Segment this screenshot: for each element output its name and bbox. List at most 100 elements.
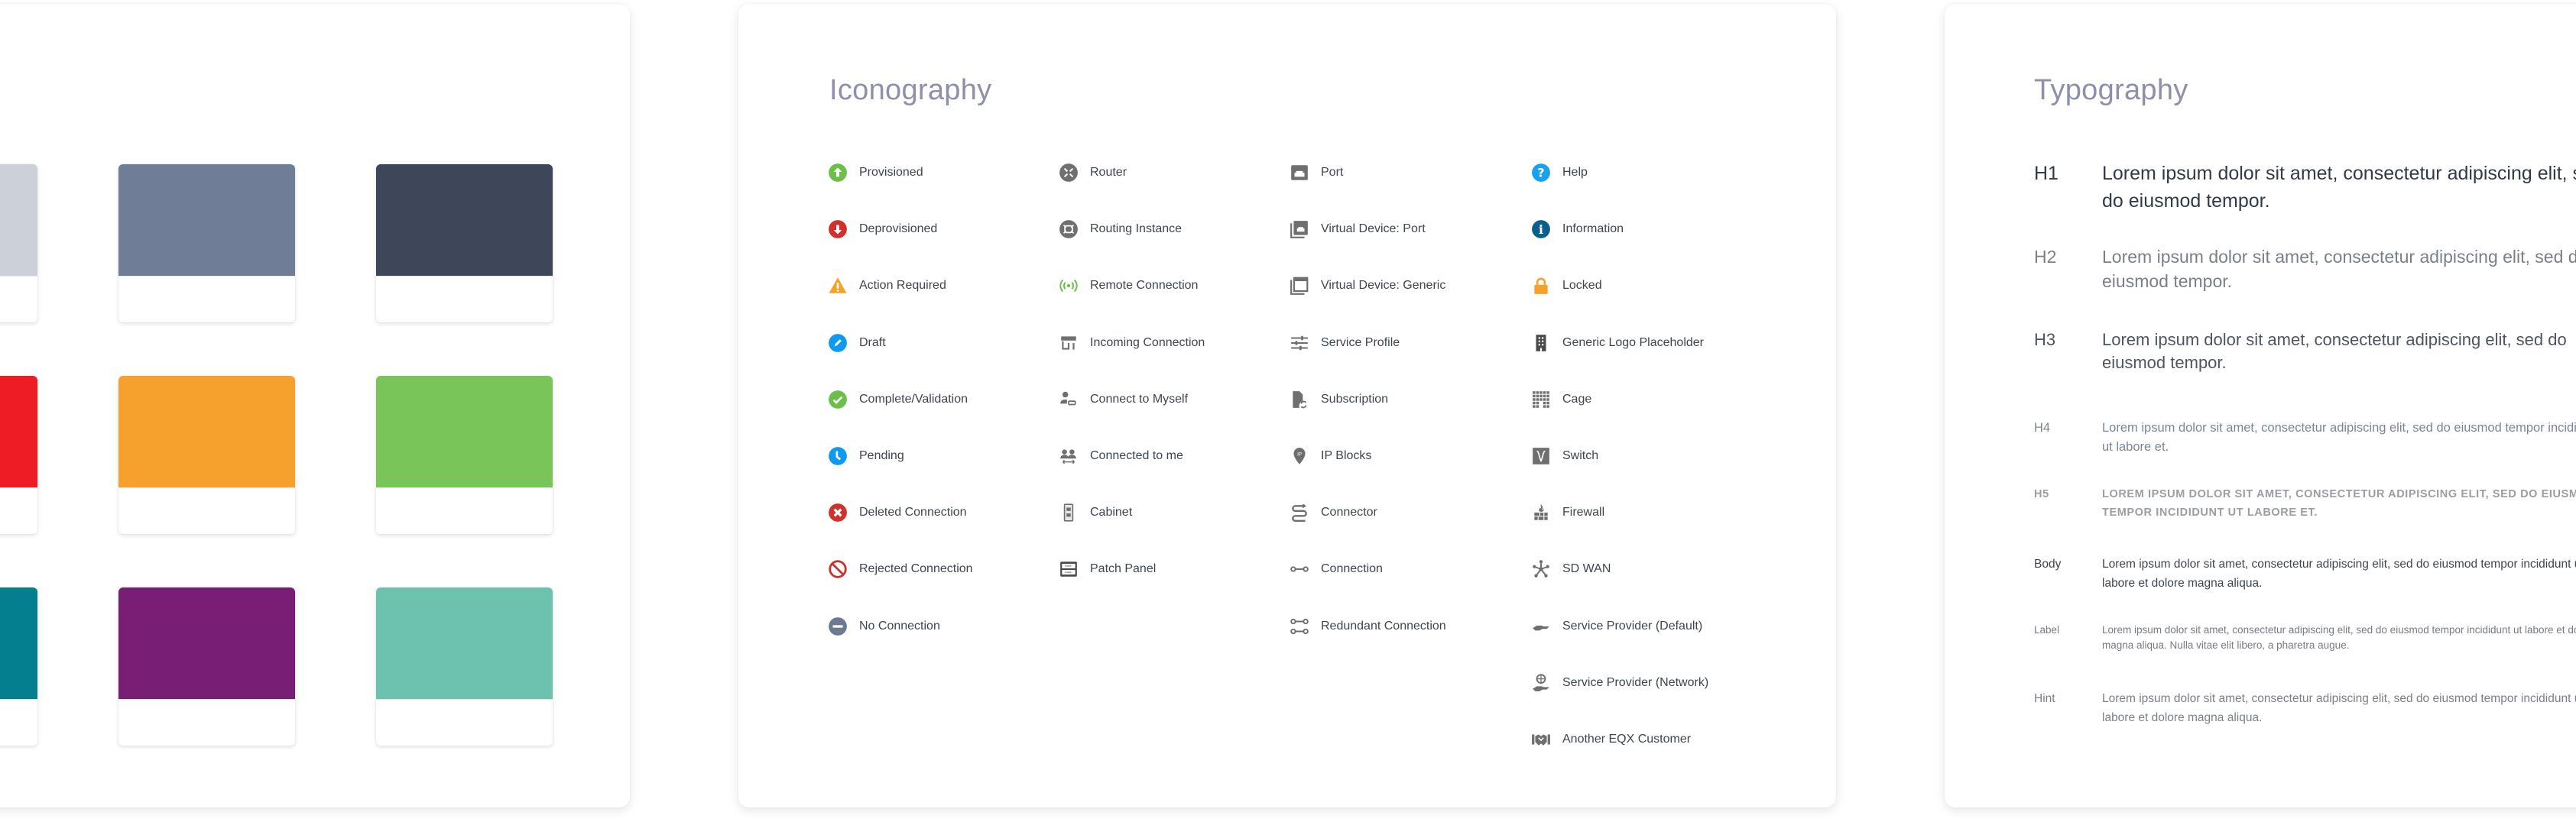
swatch-color-fill — [376, 587, 553, 700]
building-icon — [1531, 333, 1551, 353]
lock-icon — [1531, 276, 1551, 296]
broadcast-icon — [1059, 276, 1079, 296]
type-style-label: Label — [2034, 624, 2060, 636]
swatch-color-fill — [0, 164, 37, 277]
icon-label: Connector — [1321, 506, 1377, 519]
clock-circle-icon — [828, 446, 848, 466]
connection-icon — [1290, 559, 1309, 579]
color-swatch-mint — [376, 587, 553, 746]
iconography-title: Iconography — [829, 74, 992, 106]
color-swatch-orange — [118, 376, 295, 534]
cabinet-icon — [1059, 503, 1079, 523]
icon-label: Complete/Validation — [859, 392, 968, 406]
icon-label: Firewall — [1562, 506, 1605, 519]
icon-label: Cage — [1562, 392, 1592, 406]
icon-label: Incoming Connection — [1090, 335, 1205, 349]
type-sample-text: Lorem ipsum dolor sit amet, consectetur … — [2102, 692, 2576, 724]
arrow-down-circle-icon — [828, 219, 848, 239]
icon-label: Redundant Connection — [1321, 619, 1446, 633]
icon-label: Service Profile — [1321, 335, 1400, 349]
icon-legend-item: Complete/Validation — [828, 388, 968, 411]
icon-label: Generic Logo Placeholder — [1562, 335, 1705, 349]
icon-legend-item: Action Required — [828, 274, 946, 297]
typography-title: Typography — [2034, 74, 2188, 106]
sd-wan-hub-icon — [1531, 559, 1551, 579]
icon-label: SD WAN — [1562, 562, 1611, 576]
icon-label: Virtual Device: Generic — [1321, 279, 1446, 293]
swatch-color-fill — [376, 376, 553, 488]
type-sample-text: Lorem ipsum dolor sit amet, consectetur … — [2102, 421, 2576, 454]
type-sample-text: Lorem ipsum dolor sit amet, consectetur … — [2102, 558, 2576, 590]
icon-label: Deprovisioned — [859, 222, 938, 236]
icon-legend-item: Cage — [1531, 388, 1591, 411]
virtual-port-icon — [1290, 219, 1309, 239]
icon-legend-item: Virtual Device: Generic — [1290, 274, 1445, 297]
icon-label: IP Blocks — [1321, 449, 1372, 462]
icon-label: Service Provider (Network) — [1562, 675, 1709, 689]
svg-text:IP: IP — [1297, 451, 1302, 457]
icon-label: Routing Instance — [1090, 222, 1183, 236]
icon-legend-item: No Connection — [828, 615, 940, 638]
color-swatch-teal — [0, 587, 37, 746]
info-circle-icon: i — [1531, 219, 1551, 239]
router-icon — [1059, 163, 1079, 183]
redundant-connection-icon — [1290, 616, 1309, 636]
type-style-label: H3 — [2034, 330, 2056, 349]
icon-legend-item: Service Provider (Network) — [1531, 672, 1708, 694]
icon-legend-item: Cabinet — [1059, 501, 1132, 524]
type-style-label: H5 — [2034, 488, 2049, 500]
icon-legend-item: Deleted Connection — [828, 501, 967, 524]
typography-panel: Typography H1 Lorem ipsum dolor sit amet,… — [1945, 4, 2576, 807]
icon-legend-item: i Information — [1531, 218, 1624, 241]
icon-label: Subscription — [1321, 392, 1389, 406]
icon-legend-item: Virtual Device: Port — [1290, 218, 1426, 241]
icon-legend-item: Connector — [1290, 501, 1377, 524]
icon-label: Service Provider (Default) — [1562, 619, 1703, 633]
icon-legend-item: Router — [1059, 161, 1127, 184]
icon-legend-item: Deprovisioned — [828, 218, 937, 241]
virtual-generic-icon — [1290, 276, 1309, 296]
icon-legend-item: Another EQX Customer — [1531, 728, 1691, 751]
check-circle-icon — [828, 390, 848, 409]
icon-legend-item: Pending — [828, 445, 904, 468]
hand-globe-icon — [1531, 673, 1551, 693]
icon-legend-item: Connect to Myself — [1059, 388, 1188, 411]
color-swatch-red — [0, 376, 37, 534]
icon-legend-item: Generic Logo Placeholder — [1531, 332, 1704, 354]
color-palette-panel — [0, 4, 630, 807]
icon-label: Router — [1090, 166, 1127, 179]
icon-legend-item: Subscription — [1290, 388, 1388, 411]
type-style-label: H1 — [2034, 163, 2059, 184]
swatch-color-fill — [118, 587, 295, 700]
svg-text:?: ? — [1537, 165, 1544, 180]
icon-legend-item: ? Help — [1531, 161, 1588, 184]
minus-circle-icon — [828, 616, 848, 636]
warning-triangle-icon — [828, 276, 848, 296]
switch-icon — [1531, 446, 1551, 466]
icon-label: Connect to Myself — [1090, 392, 1189, 406]
icon-legend-item: Service Profile — [1290, 332, 1400, 354]
icon-legend-item: SD WAN — [1531, 558, 1611, 581]
color-swatch-slate — [118, 164, 295, 322]
icon-label: Rejected Connection — [859, 562, 973, 576]
icon-label: Virtual Device: Port — [1321, 222, 1426, 236]
x-circle-icon — [828, 503, 848, 523]
color-swatch-dark-slate — [376, 164, 553, 322]
icon-legend-item: Service Provider (Default) — [1531, 615, 1702, 638]
icon-label: Information — [1562, 222, 1624, 236]
icon-label: Connected to me — [1090, 449, 1183, 462]
icon-label: Remote Connection — [1090, 279, 1199, 293]
ethernet-port-icon — [1290, 163, 1309, 183]
icon-legend-item: Incoming Connection — [1059, 332, 1205, 354]
icon-label: Port — [1321, 166, 1344, 179]
icon-legend-item: Switch — [1531, 445, 1598, 468]
storefront-icon — [1059, 333, 1079, 353]
sliders-icon — [1290, 333, 1309, 353]
type-sample-text: LOREM IPSUM DOLOR SIT AMET, CONSECTETUR … — [2102, 488, 2576, 519]
prohibited-icon — [828, 559, 848, 579]
type-style-label: Body — [2034, 558, 2062, 571]
icon-label: Action Required — [859, 279, 946, 293]
icon-label: Connection — [1321, 562, 1383, 576]
ip-pin-icon: IP — [1290, 446, 1309, 466]
type-sample-text: Lorem ipsum dolor sit amet, consectetur … — [2102, 163, 2576, 212]
